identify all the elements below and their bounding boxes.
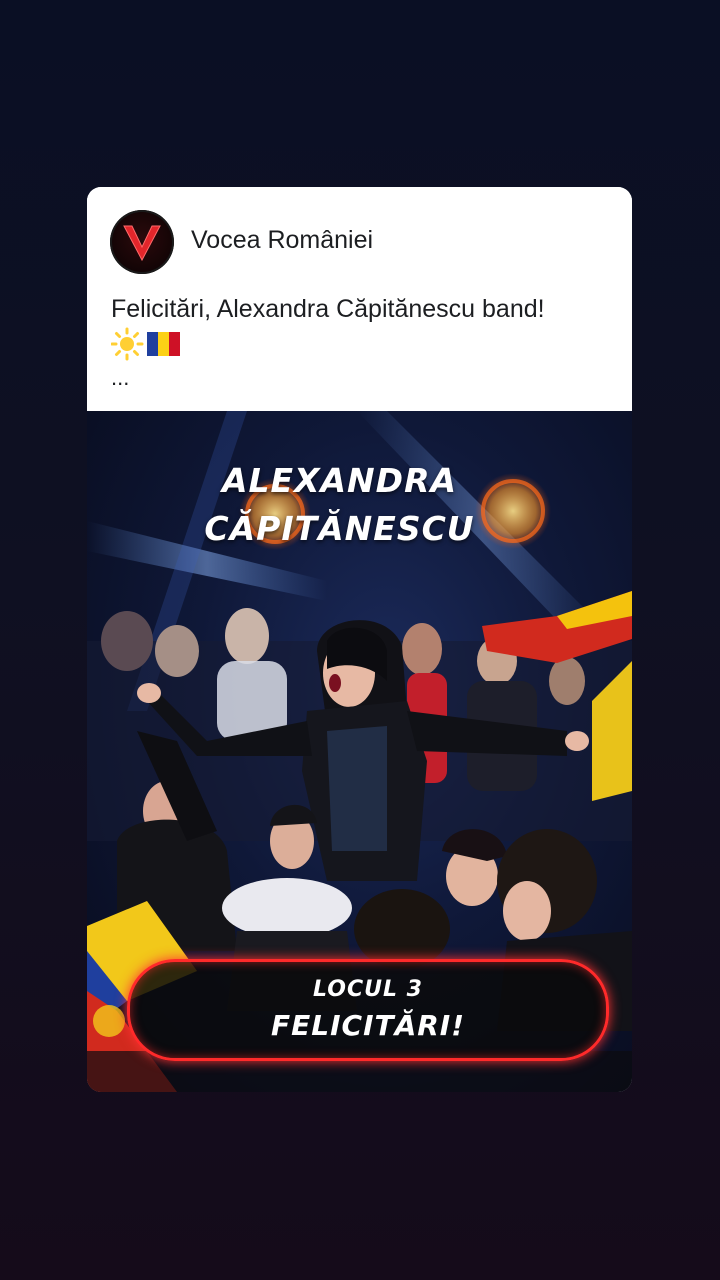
page-avatar[interactable] [110, 210, 174, 274]
romania-flag-emoji [147, 332, 180, 356]
caption-emojis [110, 327, 183, 361]
post-card: Vocea României Felicitări, Alexandra Căp… [87, 187, 632, 1092]
see-more-link[interactable]: ... [111, 365, 129, 391]
placement-label: LOCUL 3 [313, 977, 423, 1002]
page-name[interactable]: Vocea României [191, 226, 373, 255]
vocea-logo-icon [123, 225, 161, 262]
post-photo[interactable]: ALEXANDRA CĂPITĂNESCU LOCUL 3 FELICITĂRI… [87, 411, 632, 1092]
artist-last-name: CĂPITĂNESCU [204, 509, 475, 548]
post-caption: Felicitări, Alexandra Căpitănescu band! [111, 295, 545, 323]
artist-first-name: ALEXANDRA [221, 461, 458, 500]
congrats-label: FELICITĂRI! [271, 1009, 465, 1042]
sun-emoji [110, 327, 144, 361]
placement-badge: LOCUL 3 FELICITĂRI! [127, 959, 609, 1061]
post-header: Vocea României Felicitări, Alexandra Căp… [87, 187, 632, 411]
